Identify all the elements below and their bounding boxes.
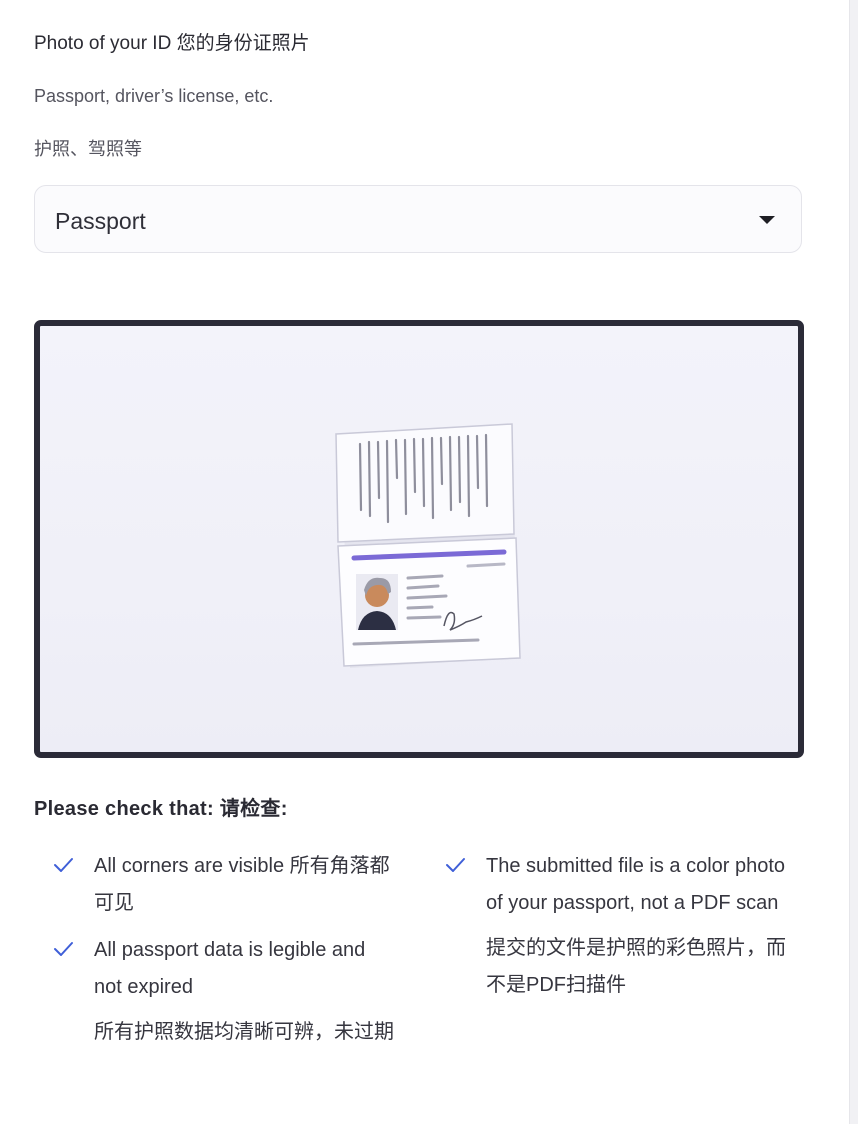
checklist-item-translation: 提交的文件是护照的彩色照片，而不是PDF扫描件 — [486, 937, 786, 996]
checklist-item: All corners are visible 所有角落都可见 — [48, 848, 398, 922]
checklist-item: The submitted file is a color photo of y… — [440, 848, 790, 1004]
checklist-item-text: The submitted file is a color photo of y… — [486, 855, 786, 914]
checklist-item: All passport data is legible and not exp… — [48, 932, 398, 1051]
checklist-column-left: All corners are visible 所有角落都可见 All pass… — [48, 848, 398, 1051]
id-photo-preview — [34, 320, 804, 758]
check-icon — [54, 942, 73, 956]
checklist-item-text: All passport data is legible and not exp… — [94, 939, 366, 998]
hint-chinese: 护照、驾照等 — [34, 139, 142, 159]
caret-down-icon — [759, 216, 775, 224]
checklist-item-translation: 所有护照数据均清晰可辨，未过期 — [94, 1021, 394, 1043]
checklist-column-right: The submitted file is a color photo of y… — [440, 848, 790, 1004]
id-type-selected-value: Passport — [55, 208, 146, 234]
id-type-dropdown[interactable]: Passport — [34, 185, 802, 253]
checklist-title: Please check that: 请检查: — [34, 798, 288, 820]
passport-illustration — [335, 423, 521, 668]
hint-english: Passport, driver’s license, etc. — [34, 86, 274, 106]
panel-edge — [849, 0, 858, 1124]
check-icon — [446, 858, 465, 872]
check-icon — [54, 858, 73, 872]
section-title: Photo of your ID 您的身份证照片 — [34, 33, 310, 54]
checklist-item-text: All corners are visible 所有角落都可见 — [94, 855, 390, 914]
